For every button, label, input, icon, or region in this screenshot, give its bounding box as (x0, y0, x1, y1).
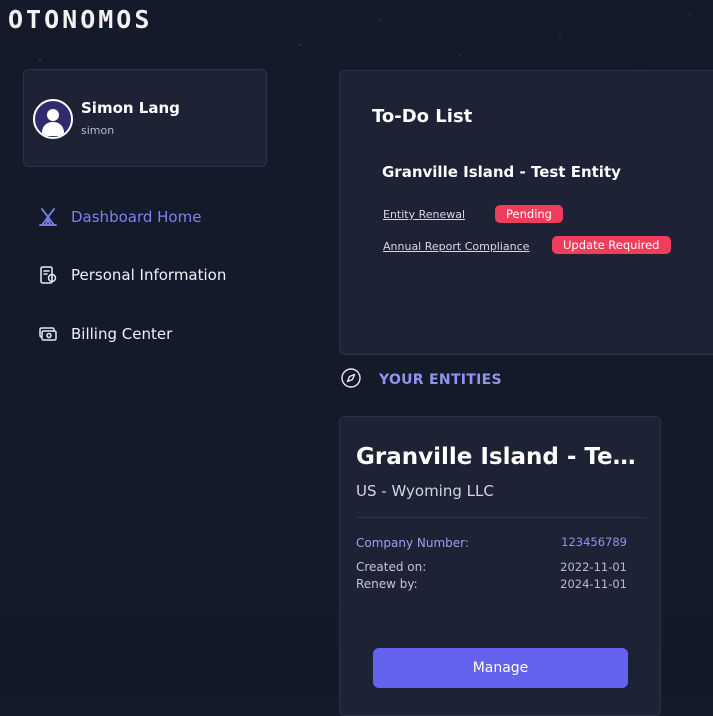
todo-card: To-Do List Granville Island - Test Entit… (339, 70, 713, 355)
sidebar-item-billing-center[interactable]: Billing Center (38, 324, 172, 344)
sidebar-item-personal-information[interactable]: Personal Information (38, 265, 226, 285)
task-link-entity-renewal[interactable]: Entity Renewal (383, 208, 465, 221)
profile-username: simon (81, 124, 115, 137)
compass-icon (340, 367, 362, 389)
status-badge-update-required: Update Required (552, 236, 671, 254)
renew-by-value: 2024-11-01 (560, 577, 627, 591)
company-number-label: Company Number: (356, 536, 469, 550)
id-badge-icon (38, 265, 58, 285)
sidebar-item-label: Billing Center (71, 325, 173, 343)
section-title-your-entities: YOUR ENTITIES (379, 372, 502, 388)
entity-type: US - Wyoming LLC (356, 482, 494, 500)
avatar-icon (33, 99, 73, 139)
entities-section-header (340, 367, 362, 389)
entity-name: Granville Island - Test Entity (356, 444, 646, 470)
company-number-value: 123456789 (561, 535, 627, 549)
cash-icon (38, 324, 58, 344)
profile-name: Simon Lang (81, 99, 180, 117)
task-link-annual-report-compliance[interactable]: Annual Report Compliance (383, 240, 529, 253)
created-on-label: Created on: (356, 560, 427, 574)
tent-icon (38, 207, 58, 227)
renew-by-label: Renew by: (356, 577, 418, 591)
todo-entity-name: Granville Island - Test Entity (382, 163, 621, 181)
profile-card[interactable]: Simon Lang simon (23, 69, 267, 167)
brand-logo[interactable]: OTONOMOS (8, 5, 152, 34)
divider (356, 517, 646, 518)
status-badge-pending: Pending (495, 205, 563, 223)
todo-title: To-Do List (372, 106, 473, 127)
entity-card: Granville Island - Test Entity US - Wyom… (339, 416, 661, 716)
sidebar-item-label: Personal Information (71, 266, 227, 284)
manage-button[interactable]: Manage (373, 648, 628, 688)
sidebar-item-dashboard-home[interactable]: Dashboard Home (38, 207, 201, 227)
sidebar-item-label: Dashboard Home (71, 208, 202, 226)
created-on-value: 2022-11-01 (560, 560, 627, 574)
